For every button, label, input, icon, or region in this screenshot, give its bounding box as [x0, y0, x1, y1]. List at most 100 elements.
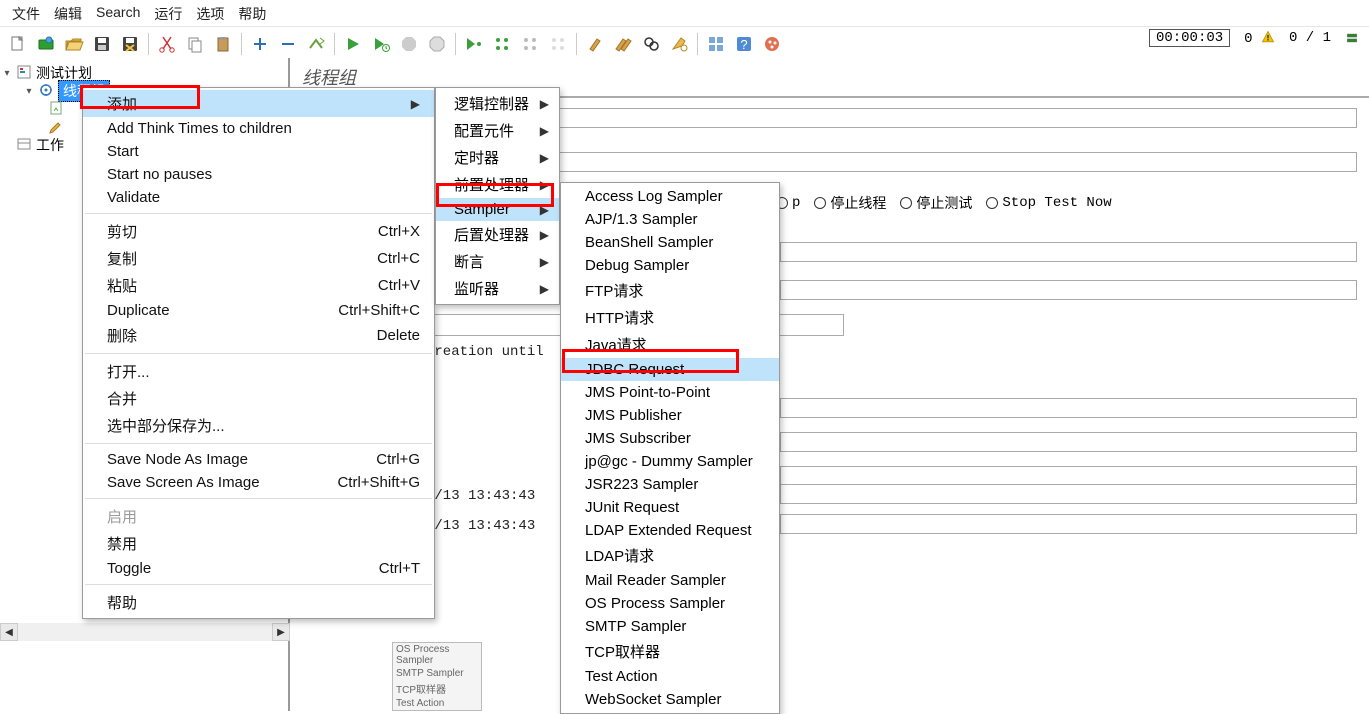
scroll-track[interactable]: [18, 623, 272, 641]
sampler-item[interactable]: FTP请求: [561, 277, 779, 304]
menu-item[interactable]: 选中部分保存为...: [83, 412, 434, 439]
submenu-item[interactable]: 后置处理器▶: [436, 221, 559, 248]
sampler-item[interactable]: Debug Sampler: [561, 254, 779, 277]
menu-item[interactable]: 删除Delete: [83, 322, 434, 349]
input-row[interactable]: [780, 466, 1357, 486]
reset-search-icon[interactable]: [667, 32, 691, 56]
submenu-arrow-icon: ▶: [540, 203, 549, 217]
sampler-item[interactable]: JSR223 Sampler: [561, 473, 779, 496]
sampler-item[interactable]: SMTP Sampler: [561, 615, 779, 638]
scroll-right-icon[interactable]: ▶: [272, 623, 290, 641]
menu-item[interactable]: Start no pauses: [83, 163, 434, 186]
submenu-item[interactable]: 断言▶: [436, 248, 559, 275]
duration-input[interactable]: [780, 398, 1357, 418]
menu-item[interactable]: Add Think Times to children: [83, 117, 434, 140]
tree-root[interactable]: ▾ 测试计划: [0, 64, 288, 82]
radio-stop-now[interactable]: Stop Test Now: [986, 195, 1111, 211]
artifact-row: OS Process Sampler: [393, 643, 481, 667]
open-icon[interactable]: [62, 32, 86, 56]
expand-icon[interactable]: [248, 32, 272, 56]
sampler-item[interactable]: WebSocket Sampler: [561, 688, 779, 711]
menu-item[interactable]: 添加▶: [83, 90, 434, 117]
menu-file[interactable]: 文件: [6, 4, 46, 24]
rampup-input[interactable]: [780, 280, 1357, 300]
menu-item[interactable]: ToggleCtrl+T: [83, 557, 434, 580]
sampler-item[interactable]: Mail Reader Sampler: [561, 569, 779, 592]
threads-input[interactable]: [780, 242, 1357, 262]
menu-item[interactable]: 打开...: [83, 358, 434, 385]
starttime-input[interactable]: [780, 484, 1357, 504]
new-icon[interactable]: [6, 32, 30, 56]
sampler-item[interactable]: LDAP请求: [561, 542, 779, 569]
menu-item[interactable]: Validate: [83, 186, 434, 209]
radio-stop-thread[interactable]: 停止线程: [814, 193, 886, 213]
submenu-item[interactable]: 配置元件▶: [436, 117, 559, 144]
tree-hscroll[interactable]: ◀ ▶: [0, 623, 290, 641]
toggle-icon[interactable]: [304, 32, 328, 56]
sampler-item[interactable]: JMS Publisher: [561, 404, 779, 427]
sampler-item[interactable]: HTTP请求: [561, 304, 779, 331]
menu-item[interactable]: 剪切Ctrl+X: [83, 218, 434, 245]
menu-item[interactable]: 复制Ctrl+C: [83, 245, 434, 272]
radio-stop-test[interactable]: 停止测试: [900, 193, 972, 213]
submenu-item[interactable]: 定时器▶: [436, 144, 559, 171]
menu-search[interactable]: Search: [90, 4, 146, 24]
start-icon[interactable]: [341, 32, 365, 56]
copy-icon[interactable]: [183, 32, 207, 56]
search-icon[interactable]: [639, 32, 663, 56]
submenu-item[interactable]: Sampler▶: [436, 198, 559, 221]
menu-edit[interactable]: 编辑: [48, 4, 88, 24]
clear-icon[interactable]: [583, 32, 607, 56]
shutdown-icon[interactable]: [425, 32, 449, 56]
submenu-item[interactable]: 前置处理器▶: [436, 171, 559, 198]
start-no-pauses-icon[interactable]: [369, 32, 393, 56]
remote-stop-icon[interactable]: [518, 32, 542, 56]
menu-item[interactable]: DuplicateCtrl+Shift+C: [83, 299, 434, 322]
sampler-item[interactable]: BeanShell Sampler: [561, 231, 779, 254]
sampler-item[interactable]: TCP取样器: [561, 638, 779, 665]
remote-start-icon[interactable]: [462, 32, 486, 56]
plugins-icon[interactable]: [760, 32, 784, 56]
menu-options[interactable]: 选项: [190, 4, 230, 24]
menu-item[interactable]: Save Screen As ImageCtrl+Shift+G: [83, 471, 434, 494]
help-icon[interactable]: ?: [732, 32, 756, 56]
open-template-icon[interactable]: [34, 32, 58, 56]
menu-item[interactable]: 粘贴Ctrl+V: [83, 272, 434, 299]
submenu-item[interactable]: 逻辑控制器▶: [436, 90, 559, 117]
collapse-icon[interactable]: [276, 32, 300, 56]
startup-delay-input[interactable]: [780, 432, 1357, 452]
menu-item[interactable]: 禁用: [83, 530, 434, 557]
clear-all-icon[interactable]: [611, 32, 635, 56]
endtime-input[interactable]: [780, 514, 1357, 534]
sampler-item[interactable]: jp@gc - Dummy Sampler: [561, 450, 779, 473]
sampler-item[interactable]: LDAP Extended Request: [561, 519, 779, 542]
paste-icon[interactable]: [211, 32, 235, 56]
sampler-item[interactable]: JUnit Request: [561, 496, 779, 519]
sampler-item[interactable]: JMS Subscriber: [561, 427, 779, 450]
cut-icon[interactable]: [155, 32, 179, 56]
tree-toggle-icon[interactable]: ▾: [24, 86, 34, 97]
function-helper-icon[interactable]: [704, 32, 728, 56]
sampler-item[interactable]: Access Log Sampler: [561, 185, 779, 208]
menu-item[interactable]: 帮助: [83, 589, 434, 616]
menu-item[interactable]: Start: [83, 140, 434, 163]
sampler-item[interactable]: OS Process Sampler: [561, 592, 779, 615]
tree-toggle-icon[interactable]: ▾: [2, 68, 12, 79]
artifact-panel: OS Process SamplerSMTP SamplerTCP取样器Test…: [392, 642, 482, 711]
menu-item[interactable]: 合并: [83, 385, 434, 412]
menu-help[interactable]: 帮助: [232, 4, 272, 24]
sampler-item[interactable]: Test Action: [561, 665, 779, 688]
remote-shutdown-icon[interactable]: [546, 32, 570, 56]
menu-item[interactable]: Save Node As ImageCtrl+G: [83, 448, 434, 471]
save-as-icon[interactable]: [118, 32, 142, 56]
remote-start-all-icon[interactable]: [490, 32, 514, 56]
submenu-item[interactable]: 监听器▶: [436, 275, 559, 302]
scroll-left-icon[interactable]: ◀: [0, 623, 18, 641]
stop-icon[interactable]: [397, 32, 421, 56]
menu-run[interactable]: 运行: [148, 4, 188, 24]
sampler-item[interactable]: JDBC Request: [561, 358, 779, 381]
save-icon[interactable]: [90, 32, 114, 56]
sampler-item[interactable]: Java请求: [561, 331, 779, 358]
sampler-item[interactable]: AJP/1.3 Sampler: [561, 208, 779, 231]
sampler-item[interactable]: JMS Point-to-Point: [561, 381, 779, 404]
